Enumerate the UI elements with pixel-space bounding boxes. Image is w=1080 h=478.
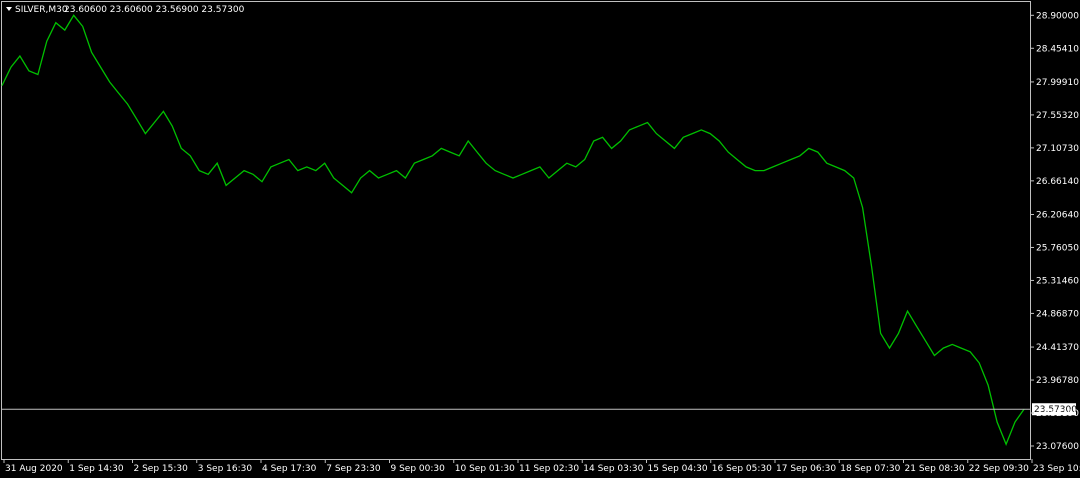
y-tick-label: 27.10730	[1036, 144, 1079, 154]
chart-window[interactable]: SILVER,M30 23.60600 23.60600 23.56900 23…	[0, 0, 1080, 478]
x-tick-label: 17 Sep 06:30	[776, 464, 836, 474]
x-tick-label: 22 Sep 09:30	[969, 464, 1029, 474]
x-tick-label: 21 Sep 08:30	[905, 464, 965, 474]
x-tick-label: 2 Sep 15:30	[134, 464, 189, 474]
x-tick-label: 4 Sep 17:30	[262, 464, 317, 474]
x-tick-label: 9 Sep 00:30	[391, 464, 446, 474]
y-tick-label: 23.96780	[1036, 376, 1079, 386]
price-chart[interactable]: SILVER,M30 23.60600 23.60600 23.56900 23…	[0, 0, 1080, 478]
x-tick-label: 23 Sep 10:30	[1033, 464, 1080, 474]
x-tick-label: 14 Sep 03:30	[583, 464, 643, 474]
y-tick-label: 25.31460	[1036, 276, 1079, 286]
x-tick-label: 31 Aug 2020	[5, 464, 63, 474]
y-tick-label: 23.52190	[1036, 409, 1079, 419]
y-tick-label: 28.90000	[1036, 11, 1079, 21]
y-tick-label: 26.20640	[1036, 210, 1079, 220]
y-tick-label: 24.41370	[1036, 343, 1079, 353]
ohlc-label: 23.60600 23.60600 23.56900 23.57300	[64, 5, 245, 15]
chart-header: SILVER,M30 23.60600 23.60600 23.56900 23…	[6, 5, 245, 15]
x-tick-label: 10 Sep 01:30	[455, 464, 515, 474]
y-tick-label: 27.55320	[1036, 111, 1079, 121]
y-tick-label: 25.76050	[1036, 243, 1079, 253]
x-tick-label: 7 Sep 23:30	[326, 464, 381, 474]
x-tick-label: 3 Sep 16:30	[198, 464, 253, 474]
y-tick-label: 24.86870	[1036, 309, 1079, 319]
x-tick-label: 11 Sep 02:30	[519, 464, 579, 474]
x-tick-label: 18 Sep 07:30	[840, 464, 900, 474]
y-tick-label: 28.45410	[1036, 44, 1079, 54]
x-tick-label: 1 Sep 14:30	[69, 464, 124, 474]
x-tick-label: 15 Sep 04:30	[648, 464, 708, 474]
chart-background	[0, 0, 1080, 478]
y-tick-label: 27.99910	[1036, 78, 1079, 88]
y-tick-label: 23.07600	[1036, 442, 1079, 452]
y-tick-label: 26.66140	[1036, 177, 1079, 187]
x-tick-label: 16 Sep 05:30	[712, 464, 772, 474]
symbol-label: SILVER,M30	[15, 5, 68, 15]
